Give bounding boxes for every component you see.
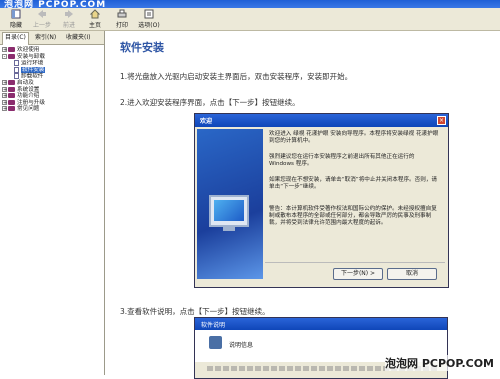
divider <box>265 262 445 263</box>
back-label: 上一步 <box>32 22 51 29</box>
expand-icon[interactable]: + <box>2 47 7 53</box>
tree-item-environment[interactable]: 运行环境 <box>2 60 102 67</box>
forward-icon <box>65 10 73 18</box>
options-label: 选项(O) <box>138 22 160 29</box>
tree-item-faq[interactable]: + 常见问题 <box>2 106 102 113</box>
installer-title: 欢迎 <box>200 118 213 125</box>
page-icon <box>14 66 19 73</box>
forward-label: 前进 <box>62 22 75 29</box>
home-label: 主页 <box>88 22 101 29</box>
options-button[interactable]: 选项(O) <box>136 9 162 29</box>
nav-tabs: 目录(C) 索引(N) 收藏夹(I) <box>0 31 104 45</box>
expand-icon[interactable]: + <box>2 86 7 92</box>
tab-favorites[interactable]: 收藏夹(I) <box>64 33 92 43</box>
installer-welcome-screenshot: 欢迎 × 欢迎进入 绿視 花漾护眼 安装向导程序。本程序将安装绿视 花漾护眼 到… <box>194 113 449 288</box>
next-button: 下一步(N) > <box>333 268 383 280</box>
collapse-icon[interactable]: - <box>2 53 7 59</box>
close-icon: × <box>437 116 446 125</box>
installer-titlebar: 欢迎 × <box>195 114 448 127</box>
tree-item-uninstall[interactable]: 卸载软件 <box>2 73 102 80</box>
help-content: 软件安装 1.将光盘放入光驱内启动安装主界面后，双击安装程序，安装即开始。 2.… <box>106 31 500 379</box>
book-icon <box>8 79 15 85</box>
print-label: 打印 <box>115 22 128 29</box>
book-icon <box>8 99 15 105</box>
home-button[interactable]: 主页 <box>83 9 107 29</box>
hide-button[interactable]: 隐藏 <box>4 9 28 29</box>
page-title: 软件安装 <box>120 41 164 54</box>
book-icon <box>8 86 15 92</box>
navigation-pane: 目录(C) 索引(N) 收藏夹(I) + 欢迎使用 - 安装与卸载 运行环境 软件安… <box>0 31 105 375</box>
forward-button[interactable]: 前进 <box>57 9 81 29</box>
readme-title: 软件说明 <box>201 322 226 329</box>
tree-item-startup[interactable]: + 启动及 <box>2 79 102 87</box>
installer-para-1: 欢迎进入 绿視 花漾护眼 安装向导程序。本程序将安装绿视 花漾护眼 到您的计算机… <box>269 131 439 144</box>
book-icon <box>8 47 15 52</box>
step-2-text: 2.进入欢迎安装程序界面，点击【下一步】按钮继续。 <box>120 98 300 107</box>
readme-titlebar: 软件说明 <box>195 318 447 330</box>
tree-item-welcome[interactable]: + 欢迎使用 <box>2 47 102 54</box>
hide-icon <box>11 9 21 19</box>
page-icon <box>14 73 19 80</box>
book-icon <box>8 93 15 99</box>
back-button[interactable]: 上一步 <box>30 9 54 29</box>
back-icon <box>38 10 46 18</box>
watermark: 泡泡网 PCPOP.COM <box>385 355 494 371</box>
home-icon <box>90 9 100 19</box>
tree-item-install[interactable]: - 安装与卸载 <box>2 53 102 61</box>
window-titlebar: 泡泡网 PCPOP.COM <box>0 0 500 10</box>
hide-label: 隐藏 <box>9 22 22 29</box>
tree-item-software-install[interactable]: 软件安装 <box>2 66 102 74</box>
book-icon <box>8 106 15 112</box>
print-icon <box>117 9 127 18</box>
options-icon <box>144 9 154 19</box>
expand-icon[interactable]: + <box>2 93 7 99</box>
contents-tree: + 欢迎使用 - 安装与卸载 运行环境 软件安装 卸载软件 + 启动及 + 系统设置 +… <box>2 47 102 113</box>
step-3-text: 3.查看软件说明，点击【下一步】按钮继续。 <box>120 307 270 316</box>
tree-item-features[interactable]: + 功能介绍 <box>2 93 102 100</box>
expand-icon[interactable]: + <box>2 79 7 85</box>
tab-index[interactable]: 索引(N) <box>33 33 58 43</box>
readme-heading: 说明信息 <box>229 342 254 349</box>
toolbar: 隐藏 上一步 前进 主页 打印 选项(O) <box>0 8 500 31</box>
print-button[interactable]: 打印 <box>110 9 134 29</box>
expand-icon[interactable]: + <box>2 99 7 105</box>
expand-icon[interactable]: + <box>2 106 7 112</box>
setup-icon <box>209 336 222 349</box>
book-open-icon <box>8 53 15 59</box>
monitor-icon <box>209 195 249 231</box>
installer-para-4: 警告：本计算机软件受著作权法和国际公约的保护。未经授权擅自复制或散布本程序的全部… <box>269 206 437 226</box>
installer-banner-image <box>197 129 263 279</box>
installer-para-3: 如果您现在不想安装，请单击“取消”将中止并关闭本程序。否则，请单击“下一步”继续… <box>269 177 438 190</box>
tab-contents[interactable]: 目录(C) <box>2 32 29 45</box>
page-icon <box>14 60 19 67</box>
step-1-text: 1.将光盘放入光驱内启动安装主界面后，双击安装程序，安装即开始。 <box>120 72 353 81</box>
installer-para-2: 强烈建议您在运行本安装程序之前退出所有其他正在运行的 Windows 程序。 <box>269 154 415 167</box>
cancel-button: 取消 <box>387 268 437 280</box>
